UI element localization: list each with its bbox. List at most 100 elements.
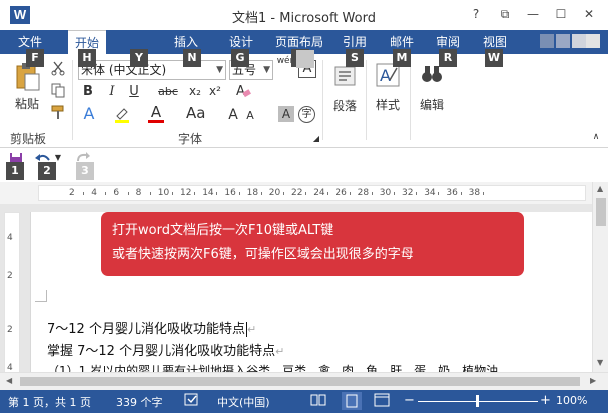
ruler-tick [171, 192, 173, 195]
ruler-number: 24 [313, 188, 325, 198]
strikethrough-button[interactable]: abc [156, 85, 180, 98]
ruler-number: 22 [291, 188, 303, 198]
editing-button[interactable]: 编辑 [416, 62, 448, 112]
chevron-down-icon: ▼ [216, 65, 223, 75]
ruler-number: 14 [202, 188, 214, 198]
group-divider [322, 60, 323, 140]
paste-button[interactable]: 粘贴 [10, 62, 44, 114]
scroll-left-icon[interactable]: ◀ [6, 376, 12, 385]
document-line[interactable]: 掌握 7～12 个月婴儿消化吸收功能特点↵ [47, 340, 284, 359]
proofing-icon[interactable] [184, 393, 200, 410]
scroll-up-icon[interactable]: ▲ [597, 184, 603, 193]
user-name-blur [540, 34, 554, 48]
cut-icon[interactable] [50, 60, 66, 76]
ribbon-display-options-icon[interactable]: ⧉ [494, 4, 516, 24]
vertical-ruler[interactable]: 4224 [4, 212, 20, 390]
font-color-button[interactable]: A [148, 104, 164, 123]
ruler-tick [238, 192, 240, 195]
collapse-ribbon-icon[interactable]: ∧ [590, 132, 602, 142]
scroll-down-icon[interactable]: ▼ [597, 358, 603, 367]
ruler-number: 12 [180, 188, 192, 198]
ruler-tick [149, 192, 151, 195]
close-button[interactable]: ✕ [578, 4, 600, 24]
horizontal-ruler[interactable]: 2 4 6 8 10 12 14 16 18 20 22 24 26 28 30 32 34 36 38 [38, 185, 586, 201]
change-case-button[interactable]: Aa [186, 104, 205, 122]
vertical-scrollbar[interactable]: ▲ ▼ [592, 182, 608, 372]
ruler-number: 18 [246, 188, 259, 198]
ruler-tick [416, 192, 418, 195]
enclose-characters-button[interactable]: 字 [298, 106, 315, 123]
document-line-text: 掌握 7～12 个月婴儿消化吸收功能特点 [47, 344, 276, 359]
ruler-tick [260, 192, 262, 195]
font-dialog-launcher-icon[interactable]: ◢ [312, 134, 320, 143]
read-mode-icon[interactable] [310, 393, 326, 410]
horizontal-scrollbar[interactable]: ◀ ▶ [0, 372, 608, 390]
group-label-clipboard: 剪贴板 [10, 132, 47, 146]
document-line[interactable]: 7～12 个月婴儿消化吸收功能特点 ↵ [47, 318, 256, 337]
ruler-number: 34 [424, 188, 436, 198]
web-layout-icon[interactable] [374, 393, 390, 410]
keytip-review: R [439, 49, 457, 67]
italic-button[interactable]: I [104, 84, 120, 99]
ribbon-home: 粘贴 剪贴板 宋体 (中文正文) ▼ 五号 ▼ wén A B I U abc … [0, 54, 608, 148]
styles-label: 样式 [375, 98, 400, 112]
format-painter-icon[interactable] [50, 104, 66, 120]
font-name-combo[interactable]: 宋体 (中文正文) ▼ [78, 60, 226, 80]
language-status[interactable]: 中文(中国) [217, 394, 270, 410]
vertical-ruler-number: 4 [7, 233, 13, 243]
page-count-status[interactable]: 第 1 页，共 1 页 [8, 394, 91, 410]
zoom-in-button[interactable]: + [540, 393, 551, 408]
user-name-blur [556, 34, 570, 48]
ruler-tick [282, 192, 284, 195]
title-bar: W 文档1 - Microsoft Word ? ⧉ — ☐ ✕ [0, 0, 608, 30]
callout-line-1: 打开word文档后按一次F10键或ALT键 [112, 223, 334, 238]
keytip-references: S [346, 49, 364, 67]
scroll-right-icon[interactable]: ▶ [590, 376, 596, 385]
copy-icon[interactable] [50, 82, 66, 98]
ruler-number: 8 [135, 188, 142, 198]
ruler-number: 10 [157, 188, 170, 198]
zoom-out-button[interactable]: − [404, 393, 415, 408]
highlight-icon[interactable] [114, 106, 130, 124]
print-layout-icon[interactable] [342, 392, 362, 410]
keytip-design: G [231, 49, 249, 67]
scroll-thumb[interactable] [596, 198, 606, 226]
help-icon[interactable]: ? [465, 4, 487, 24]
group-divider [366, 60, 367, 140]
zoom-level[interactable]: 100% [556, 394, 587, 407]
account-area[interactable] [528, 30, 608, 54]
keytip-file: F [26, 49, 44, 67]
keytip-qat-3: 3 [76, 162, 94, 180]
undo-dropdown-chevron-icon[interactable]: ▼ [54, 153, 62, 162]
editing-label: 编辑 [419, 98, 444, 112]
ruler-tick [216, 192, 218, 195]
text-effects-button[interactable]: A [80, 104, 98, 123]
ruler-tick [83, 192, 85, 195]
horizontal-scroll-thumb[interactable] [20, 377, 580, 386]
clear-formatting-icon[interactable]: A [234, 82, 252, 100]
keytip-insert-y: Y [130, 49, 148, 67]
subscript-button[interactable]: x₂ [186, 84, 204, 98]
callout-line-2: 或者快速按两次F6键，可操作区域会出现很多的字母 [112, 247, 414, 262]
shrink-font-button[interactable]: A [244, 109, 256, 122]
bold-button[interactable]: B [80, 84, 96, 99]
quick-access-toolbar: ▼ 1 2 3 [0, 148, 608, 182]
paragraph-button[interactable]: 段落 [330, 64, 360, 113]
word-count-status[interactable]: 339 个字 [116, 394, 163, 410]
superscript-button[interactable]: x² [206, 84, 224, 98]
ruler-tick [349, 192, 351, 195]
group-label-font: 字体 [178, 132, 203, 146]
keytip-qat-2: 2 [38, 162, 56, 180]
zoom-slider-thumb[interactable] [476, 395, 479, 407]
character-shading-button[interactable]: A [278, 106, 294, 122]
underline-button[interactable]: U [126, 84, 142, 99]
paragraph-label: 段落 [332, 99, 357, 113]
vertical-ruler-number: 2 [7, 271, 13, 281]
ruler-number: 26 [335, 188, 347, 198]
maximize-button[interactable]: ☐ [550, 4, 572, 24]
styles-button[interactable]: A 样式 [372, 62, 404, 112]
grow-font-button[interactable]: A [226, 107, 240, 123]
minimize-button[interactable]: — [522, 4, 544, 24]
user-avatar [572, 34, 586, 48]
ruler-number: 6 [113, 188, 120, 198]
